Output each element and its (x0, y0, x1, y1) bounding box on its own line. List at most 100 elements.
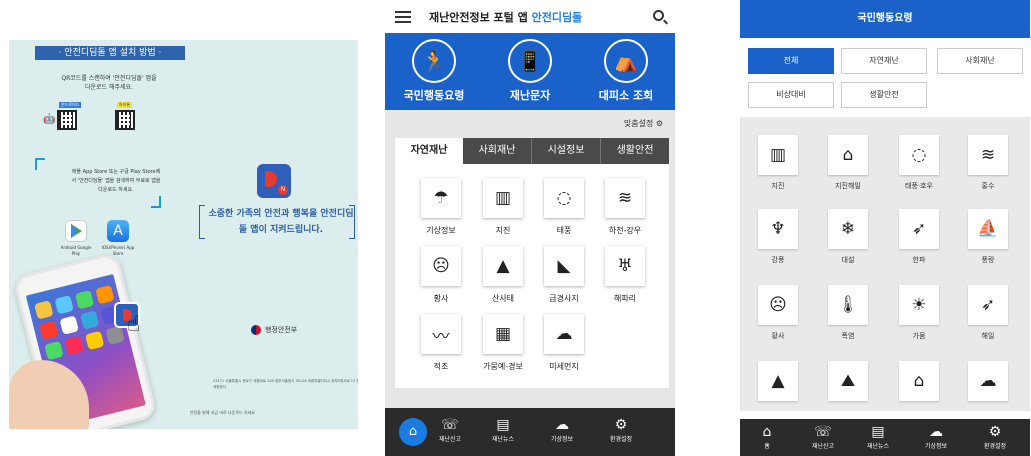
guide-screen: 국민행동요령 전체 자연재난 사회재난 비상대비 생활안전 ▥ 지진 ⌂ 지진해일 ◌ 태… (740, 0, 1030, 456)
guide-item[interactable]: ➶ 한파 (889, 209, 949, 265)
nav-label: 재난신고 (438, 436, 462, 443)
disaster-item[interactable]: ◣ 급경사지 (534, 246, 594, 304)
cold-wave-icon: ➶ (899, 209, 939, 249)
guide-item[interactable]: ◌ 태풍·호우 (889, 135, 949, 191)
disaster-item[interactable]: ☂ 기상정보 (411, 178, 471, 236)
poster-footer: 안전을 위해 지금 바로 다운로드 하세요 (189, 410, 255, 415)
guide-item[interactable]: ⛰ (818, 361, 878, 407)
disaster-item[interactable]: ♅ 해파리 (595, 246, 655, 304)
dust-mask-icon: ☹ (421, 246, 461, 286)
hero-button-shelter[interactable]: ⛺ 대피소 조회 (581, 39, 671, 107)
typhoon-icon: ◌ (899, 135, 939, 175)
filter-all[interactable]: 전체 (748, 48, 834, 74)
hero-button-messages[interactable]: 📱 재난문자 (485, 39, 575, 107)
guide-item-label: 풍랑 (981, 256, 995, 264)
disaster-item-label: 미세먼지 (549, 362, 579, 371)
guide-item[interactable]: ☀ 가뭄 (889, 285, 949, 341)
nav-item[interactable]: ☏ 재난신고 (798, 423, 848, 450)
guide-item[interactable]: ➶ 해일 (958, 285, 1018, 341)
flood-icon: ≋ (968, 135, 1008, 175)
nav-item[interactable]: ▤ 재난뉴스 (853, 423, 903, 450)
hero-label: 재난문자 (509, 89, 551, 102)
shelter-icon: ⛺ (604, 39, 648, 83)
disaster-item-label: 급경사지 (549, 294, 579, 303)
nav-item[interactable]: ☁ 기상정보 (537, 416, 587, 443)
store-instruction: 애플 App Store 또는 구글 Play Store에서 '안전디딤돌' … (71, 169, 161, 193)
guide-item-label: 지진해일 (835, 182, 861, 190)
category-tabs: 자연재난 사회재난 시설정보 생활안전 (395, 138, 669, 164)
app-icon (39, 320, 59, 340)
tab-natural-disaster[interactable]: 자연재난 (395, 138, 463, 164)
disaster-item[interactable]: ▥ 지진 (473, 178, 533, 236)
guide-item-label: 한파 (912, 256, 926, 264)
guide-item[interactable]: ☹ 황사 (748, 285, 808, 341)
nav-item[interactable]: ☏ 재난신고 (425, 416, 475, 443)
qr-ios-label: 아이폰 (117, 102, 133, 108)
disaster-item[interactable]: 〰 적조 (411, 314, 471, 372)
qr-code-android[interactable] (57, 110, 77, 130)
qr-code-ios[interactable] (115, 110, 135, 130)
safety-app-icon (257, 164, 291, 198)
disaster-item-label: 태풍 (556, 226, 572, 235)
tab-facility-info[interactable]: 시설정보 (532, 138, 601, 164)
weather-icon: ☂ (421, 178, 461, 218)
frame-corner (35, 158, 45, 170)
strong-wind-icon: ♆ (758, 209, 798, 249)
disaster-item[interactable]: ▲ 산사태 (473, 246, 533, 304)
guide-item[interactable]: ♆ 강풍 (748, 209, 808, 265)
app-icon (34, 300, 54, 320)
guide-item[interactable]: ▥ 지진 (748, 135, 808, 191)
guide-item[interactable]: ⛵ 풍랑 (958, 209, 1018, 265)
app-store-icon[interactable]: A (107, 220, 129, 242)
guide-item[interactable]: ❄ 대설 (818, 209, 878, 265)
nav-item[interactable]: ⚙ 환경설정 (596, 416, 646, 443)
frame-corner (151, 196, 161, 208)
filter-natural[interactable]: 자연재난 (841, 48, 927, 74)
house-flood-icon: ⌂ (899, 361, 939, 401)
nav-label: 재난신고 (811, 443, 835, 450)
disaster-item[interactable]: ☁ 미세먼지 (534, 314, 594, 372)
nav-label: 재난뉴스 (866, 443, 890, 450)
high-waves-icon: ⛵ (968, 209, 1008, 249)
bottom-nav: ☏ 재난신고 ▤ 재난뉴스 ☁ 기상정보 ⚙ 환경설정 (385, 408, 675, 456)
guide-item[interactable]: ⌂ 지진해일 (818, 135, 878, 191)
guide-item[interactable]: ≋ 홍수 (958, 135, 1018, 191)
guide-item[interactable]: ☁ (958, 361, 1018, 407)
hero-label: 국민행동요령 (403, 89, 465, 102)
search-icon[interactable] (653, 10, 664, 21)
guide-item[interactable]: ⌂ (889, 361, 949, 407)
hero-button-guide[interactable]: 🏃 국민행동요령 (389, 39, 479, 107)
nav-label: 환경설정 (983, 443, 1007, 450)
disaster-item-label: 지진 (495, 226, 511, 235)
disaster-item[interactable]: ≋ 하천-강우 (595, 178, 655, 236)
install-poster: · 안전디딤돌 앱 설치 방법 · QR코드를 스캔하여 '안전디딤돌' 앱을 … (9, 40, 358, 429)
drought-icon: ☀ (899, 285, 939, 325)
google-play-icon[interactable] (65, 220, 87, 242)
filter-emergency[interactable]: 비상대비 (748, 82, 834, 108)
home-button[interactable]: ⌂ (399, 418, 427, 446)
app-icon (44, 340, 64, 361)
ministry-name: 행정안전부 (265, 326, 298, 334)
news-icon: ▤ (496, 417, 510, 433)
disaster-item[interactable]: ☹ 황사 (411, 246, 471, 304)
filter-social[interactable]: 사회재난 (937, 48, 1023, 74)
guide-item[interactable]: 🌡 폭염 (818, 285, 878, 341)
nav-label: 환경설정 (609, 436, 633, 443)
custom-setting-link[interactable]: 맞춤설정 ⚙ (624, 118, 663, 129)
guide-item[interactable]: ▲ (748, 361, 808, 407)
fine-dust-icon: ☁ (544, 314, 584, 354)
guide-item-label: 황사 (771, 332, 785, 340)
filter-life-safety[interactable]: 생활안전 (841, 82, 927, 108)
nav-item[interactable]: ⚙ 환경설정 (970, 423, 1020, 450)
gear-icon: ⚙ (988, 424, 1002, 440)
nav-item[interactable]: ▤ 재난뉴스 (478, 416, 528, 443)
tab-life-safety[interactable]: 생활안전 (601, 138, 669, 164)
tab-social-disaster[interactable]: 사회재난 (463, 138, 532, 164)
hamburger-menu-icon[interactable] (395, 11, 411, 23)
disaster-item[interactable]: ◌ 태풍 (534, 178, 594, 236)
disaster-item[interactable]: ▦ 가뭄예-경보 (473, 314, 533, 372)
app-title-accent: 안전디딤돌 (531, 11, 583, 24)
nav-item[interactable]: ⌂ 홈 (742, 423, 792, 450)
nav-item[interactable]: ☁ 기상정보 (911, 423, 961, 450)
app-icon (59, 315, 79, 335)
